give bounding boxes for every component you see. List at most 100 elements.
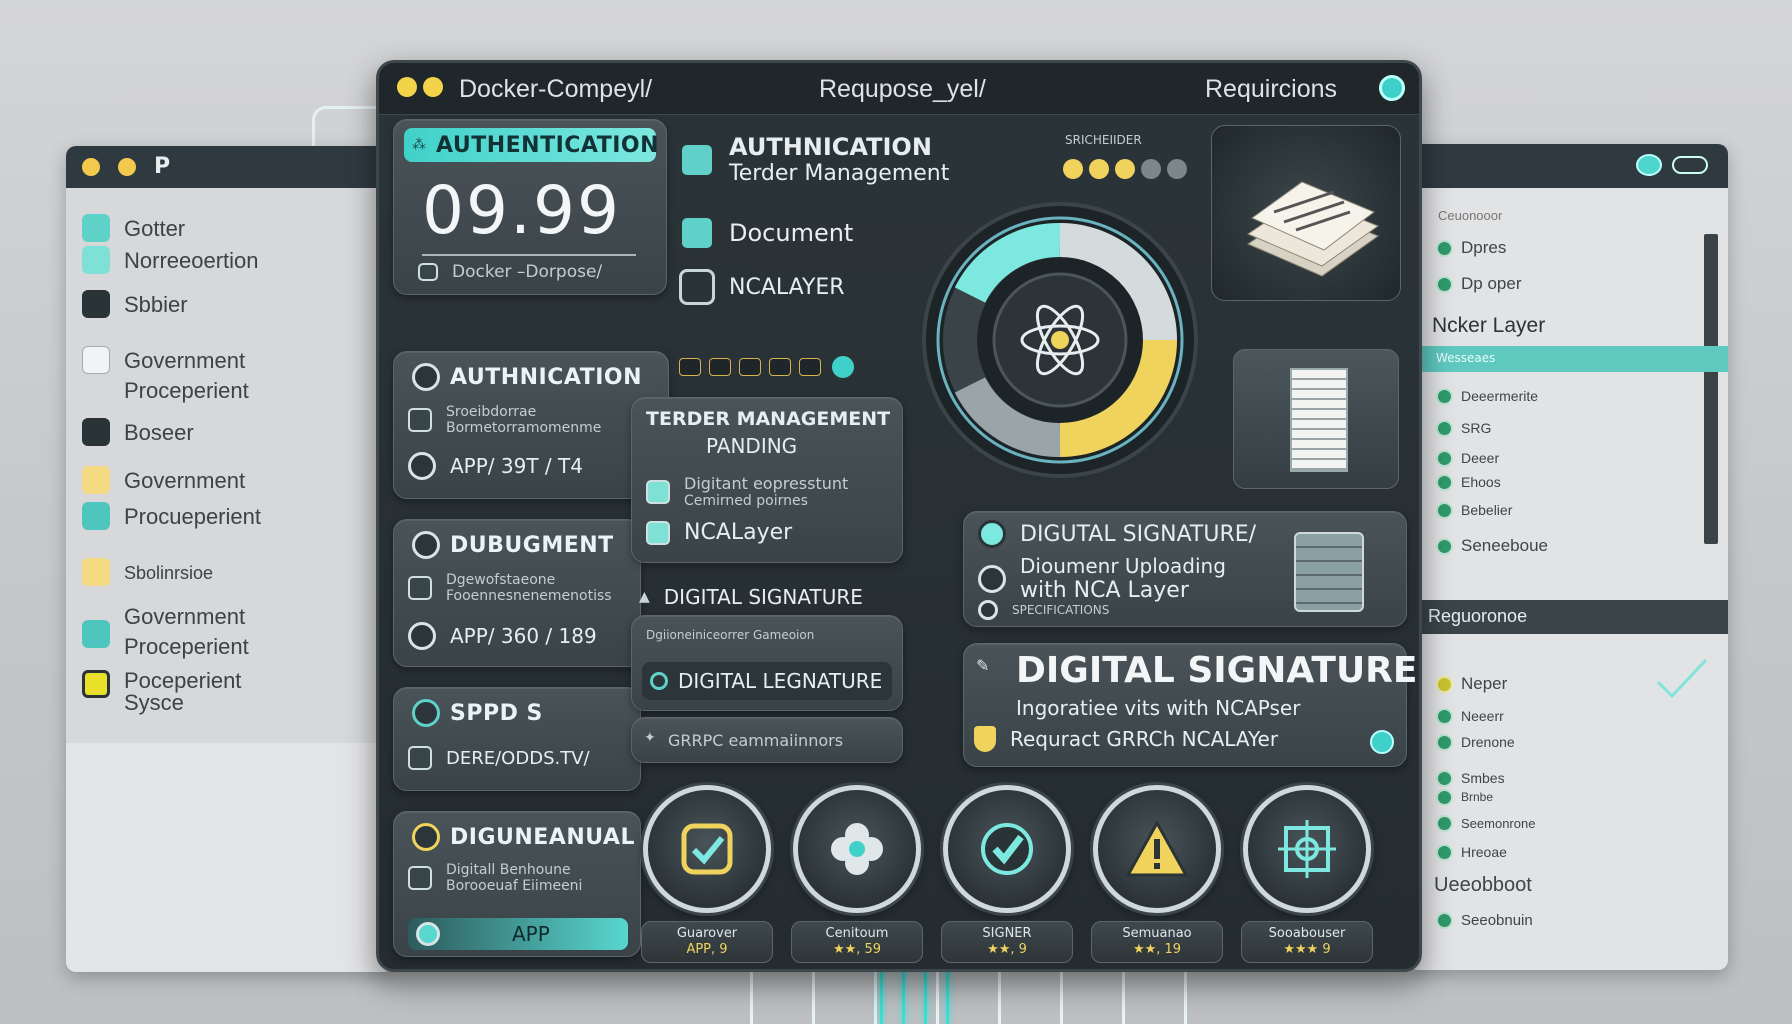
left-list-item[interactable]: Government bbox=[82, 466, 245, 496]
right-list-item[interactable]: Deeermerite bbox=[1438, 388, 1538, 404]
left-list-item[interactable]: Procueperient bbox=[82, 502, 261, 532]
status-dot-icon bbox=[1438, 817, 1451, 830]
digital-legnature-card[interactable]: Dgiioneiniceorrer Gameoion DIGITAL LEGNA… bbox=[631, 615, 903, 711]
window-dot-icon[interactable] bbox=[397, 77, 417, 97]
left-list-item[interactable]: Sbbier bbox=[82, 290, 188, 320]
document-upload-card[interactable]: DIGUTAL SIGNATURE/ Dioumenr Uploading wi… bbox=[963, 511, 1407, 627]
fingerprint-icon bbox=[412, 363, 440, 391]
auth-value: 09.99 bbox=[422, 172, 621, 249]
digital-signature-card[interactable]: ✎ DIGITAL SIGNATURE Ingoratiee vits with… bbox=[963, 643, 1417, 767]
tab-requircions[interactable]: Requircions bbox=[1205, 75, 1337, 104]
right-list-item[interactable]: Deeer bbox=[1438, 450, 1499, 466]
shield-icon bbox=[679, 141, 715, 178]
right-list-item[interactable]: Seeobnuin bbox=[1438, 912, 1533, 929]
teal-square-icon bbox=[82, 502, 110, 530]
toggle-circle-icon[interactable] bbox=[1636, 154, 1662, 176]
right-list-item-selected-label[interactable]: Ncker Layer bbox=[1432, 314, 1545, 338]
toggle-icon[interactable] bbox=[799, 358, 821, 376]
right-list-item[interactable]: Ceuonooor bbox=[1438, 208, 1502, 223]
window-dot-icon[interactable] bbox=[423, 77, 443, 97]
right-list-item[interactable]: Ehoos bbox=[1438, 474, 1501, 490]
status-dot-icon bbox=[1438, 503, 1451, 517]
toggle-icon[interactable] bbox=[679, 358, 701, 376]
diguneanual-card[interactable]: DIGUNEANUAL Digitall Benhoune Borooeuaf … bbox=[393, 811, 641, 957]
right-list-item[interactable]: Ueeobboot bbox=[1434, 874, 1532, 897]
warning-triangle-icon bbox=[1125, 819, 1189, 877]
grpc-icon: ✦ bbox=[644, 730, 656, 746]
circuit-glow bbox=[870, 966, 950, 1024]
document-icon bbox=[679, 215, 715, 251]
toggle-icon[interactable] bbox=[739, 358, 761, 376]
tender-management-card[interactable]: TERDER MANAGEMENT PANDING Digitant eopre… bbox=[631, 397, 903, 563]
left-list-item[interactable]: Gotter bbox=[82, 214, 185, 244]
sppds-card[interactable]: SPPD S DERE/ODDS.TV/ bbox=[393, 687, 641, 791]
authnication-card[interactable]: AUTHNICATION Sroeibdorrae Bormetorramome… bbox=[393, 351, 669, 499]
right-list-item[interactable]: Smbes bbox=[1438, 770, 1505, 786]
document-page-icon bbox=[1290, 368, 1348, 472]
left-list-item[interactable]: Government Proceperient bbox=[82, 346, 249, 406]
right-list-item[interactable]: SRG bbox=[1438, 420, 1491, 436]
menu-item-document[interactable]: Document bbox=[679, 215, 853, 251]
right-list-item[interactable]: Brnbe bbox=[1438, 790, 1493, 804]
left-list-item[interactable]: Norreeoertion bbox=[82, 246, 259, 276]
authentication-card[interactable]: ⁂ AUTHENTICATION 09.99 Docker –Dorpose/ bbox=[393, 119, 667, 295]
right-list-item[interactable]: Dp oper bbox=[1438, 274, 1521, 294]
left-list-item[interactable]: Government Proceperient bbox=[82, 602, 249, 662]
check-circle-icon bbox=[981, 823, 1033, 875]
right-list-item[interactable]: Neper bbox=[1438, 674, 1507, 694]
badge-cenitoum[interactable] bbox=[793, 785, 921, 913]
right-list-item[interactable]: Bebelier bbox=[1438, 502, 1512, 518]
shield-check-icon bbox=[681, 823, 733, 875]
status-dot-icon bbox=[1438, 475, 1451, 489]
right-list-selected-row[interactable]: Wesseaes bbox=[1408, 346, 1728, 372]
flower-icon bbox=[831, 823, 883, 875]
toggle-icon[interactable] bbox=[709, 358, 731, 376]
toggle-switch-icon[interactable] bbox=[1672, 156, 1708, 174]
check-icon bbox=[978, 520, 1006, 548]
window-dot-icon[interactable] bbox=[82, 158, 100, 176]
tab-docker-compose[interactable]: Docker-Compeyl/ bbox=[459, 75, 652, 104]
left-list-item[interactable]: Poceperient Sysce bbox=[82, 670, 241, 714]
small-header-label: SRICHEIIDER bbox=[1065, 133, 1142, 147]
toggle-icon[interactable] bbox=[769, 358, 791, 376]
status-dot-icon bbox=[1438, 451, 1451, 465]
right-list-item[interactable]: Hreoae bbox=[1438, 844, 1507, 860]
document-icon bbox=[646, 479, 670, 504]
status-ring-icon[interactable] bbox=[1379, 75, 1405, 101]
left-list-item[interactable]: Boseer bbox=[82, 418, 194, 448]
grpc-bar[interactable]: ✦ GRRPC eammaiinnors bbox=[631, 717, 903, 763]
main-topbar: Docker-Compeyl/ Requpose_yel/ Requircion… bbox=[379, 63, 1419, 115]
right-list-item[interactable]: Seneeboue bbox=[1438, 536, 1548, 556]
verified-icon[interactable] bbox=[829, 353, 857, 381]
status-dot-icon bbox=[1438, 677, 1451, 691]
docker-icon bbox=[418, 263, 438, 281]
dubugment-card[interactable]: DUBUGMENT Dgewofstaeone Fooennesnenemeno… bbox=[393, 519, 641, 667]
status-dot-icon bbox=[1438, 241, 1451, 255]
step-dot-icon bbox=[1167, 159, 1187, 179]
menu-item-authnication[interactable]: AUTHNICATION Terder Management bbox=[679, 133, 949, 186]
list-icon bbox=[408, 576, 432, 600]
app-button[interactable]: APP bbox=[408, 918, 628, 950]
teal-square-icon bbox=[82, 620, 110, 648]
window-dot-icon[interactable] bbox=[118, 158, 136, 176]
document-page-tile[interactable] bbox=[1233, 349, 1399, 489]
badge-signer[interactable] bbox=[943, 785, 1071, 913]
badge-sooabouser[interactable] bbox=[1243, 785, 1371, 913]
right-list-item[interactable]: Drenone bbox=[1438, 734, 1515, 750]
step-dot-icon bbox=[1063, 159, 1083, 179]
right-list-item[interactable]: Neeerr bbox=[1438, 708, 1504, 724]
badge-guarover[interactable] bbox=[643, 785, 771, 913]
right-list-item[interactable]: Seemonrone bbox=[1438, 816, 1535, 831]
left-list-item[interactable]: Sbolinrsioe bbox=[82, 558, 213, 588]
right-scrollbar[interactable] bbox=[1704, 234, 1718, 544]
tab-requpose[interactable]: Requpose_yel/ bbox=[819, 75, 986, 104]
menu-item-ncalayer[interactable]: NCALAYER bbox=[679, 269, 845, 305]
step-dot-icon bbox=[1115, 159, 1135, 179]
document-stack-tile[interactable] bbox=[1211, 125, 1401, 301]
badge-plate-guarover: Guarover APP, 9 bbox=[641, 921, 773, 963]
right-list-item[interactable]: Dpres bbox=[1438, 238, 1506, 258]
refresh-icon[interactable] bbox=[1370, 730, 1394, 754]
status-dot-icon bbox=[1438, 389, 1451, 403]
badge-semuanao[interactable] bbox=[1093, 785, 1221, 913]
status-dot-icon bbox=[1438, 914, 1451, 927]
